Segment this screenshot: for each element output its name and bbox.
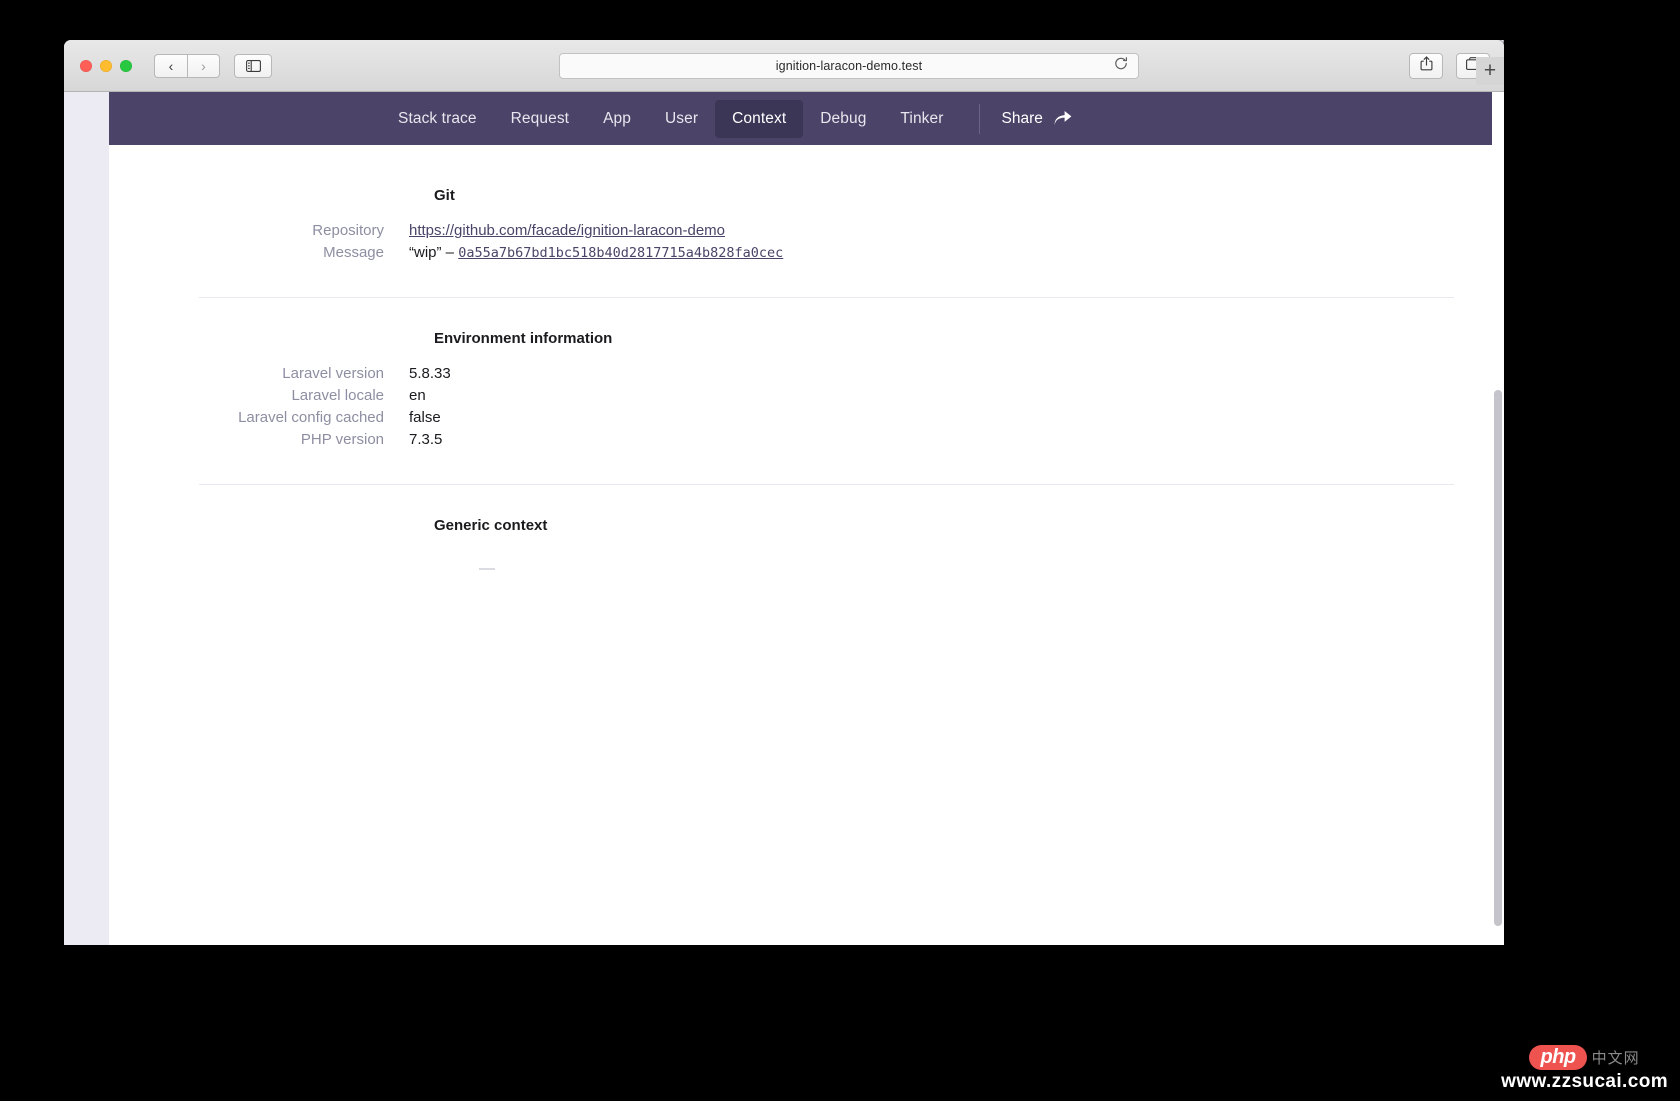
field-row-message: Message “wip” – 0a55a7b67bd1bc518b40d281… xyxy=(109,244,1504,261)
tab-stack-trace[interactable]: Stack trace xyxy=(381,100,494,138)
maximize-window-button[interactable] xyxy=(120,59,132,72)
field-label-repository: Repository xyxy=(312,222,384,239)
commit-hash-link[interactable]: 0a55a7b67bd1bc518b40d2817715a4b828fa0cec xyxy=(458,245,783,261)
address-bar-text: ignition-laracon-demo.test xyxy=(775,59,923,73)
field-label-laravel-version: Laravel version xyxy=(282,365,384,382)
show-sidebar-button[interactable] xyxy=(234,53,272,78)
tab-tinker[interactable]: Tinker xyxy=(883,100,960,138)
field-value-message: “wip” – 0a55a7b67bd1bc518b40d2817715a4b8… xyxy=(409,244,783,261)
git-field-list: Repository https://github.com/facade/ign… xyxy=(109,222,1504,261)
share-report-label: Share xyxy=(1001,109,1043,127)
section-generic-context: Generic context xyxy=(109,485,1504,570)
field-label-message: Message xyxy=(323,244,384,261)
field-row-laravel-locale: Laravel locale en xyxy=(109,387,1504,404)
window-controls xyxy=(80,59,132,72)
watermark-php-badge: php xyxy=(1529,1045,1587,1070)
address-bar-wrapper: ignition-laracon-demo.test xyxy=(559,53,1139,79)
field-row-laravel-version: Laravel version 5.8.33 xyxy=(109,365,1504,382)
address-bar[interactable]: ignition-laracon-demo.test xyxy=(559,53,1139,79)
reload-icon[interactable] xyxy=(1114,57,1128,76)
repository-link[interactable]: https://github.com/facade/ignition-larac… xyxy=(409,222,725,239)
field-value-repository: https://github.com/facade/ignition-larac… xyxy=(409,222,725,239)
page-content: Stack trace Request App User Context Deb… xyxy=(109,92,1504,945)
generic-context-empty-indicator xyxy=(479,568,495,570)
field-value-laravel-config-cached: false xyxy=(409,409,441,426)
tab-app[interactable]: App xyxy=(586,100,648,138)
share-button[interactable] xyxy=(1409,53,1443,79)
watermark: php 中文网 www.zzsucai.com xyxy=(1501,1045,1668,1093)
section-title-generic-context: Generic context xyxy=(434,517,548,534)
tab-user[interactable]: User xyxy=(648,100,715,138)
browser-toolbar: ‹ › ignition-laracon-demo.test xyxy=(64,40,1504,92)
minimize-window-button[interactable] xyxy=(100,59,112,72)
screenshot-root: ‹ › ignition-laracon-demo.test Stack tra… xyxy=(0,0,1680,1101)
environment-field-list: Laravel version 5.8.33 Laravel locale en… xyxy=(109,365,1504,448)
section-title-git: Git xyxy=(434,187,455,204)
field-label-laravel-locale: Laravel locale xyxy=(291,387,384,404)
share-arrow-icon xyxy=(1054,111,1072,126)
browser-window: ‹ › ignition-laracon-demo.test Stack tra… xyxy=(64,40,1504,945)
page-viewport: Stack trace Request App User Context Deb… xyxy=(64,92,1504,945)
navbar-divider xyxy=(978,103,980,134)
tab-debug[interactable]: Debug xyxy=(803,100,883,138)
section-environment: Environment information Laravel version … xyxy=(109,298,1504,448)
field-value-laravel-version: 5.8.33 xyxy=(409,365,451,382)
section-title-environment: Environment information xyxy=(434,330,613,347)
share-icon xyxy=(1420,56,1433,76)
sidebar-icon xyxy=(245,59,261,72)
watermark-badge-suffix: 中文网 xyxy=(1591,1050,1640,1067)
field-row-repository: Repository https://github.com/facade/ign… xyxy=(109,222,1504,239)
ignition-navbar: Stack trace Request App User Context Deb… xyxy=(109,92,1504,145)
chevron-left-icon: ‹ xyxy=(168,57,174,74)
back-button[interactable]: ‹ xyxy=(154,53,187,78)
watermark-url: www.zzsucai.com xyxy=(1501,1071,1668,1092)
new-tab-button[interactable]: + xyxy=(1476,57,1504,85)
close-window-button[interactable] xyxy=(80,59,92,72)
section-git: Git Repository https://github.com/facade… xyxy=(109,145,1504,261)
share-report-button[interactable]: Share xyxy=(994,100,1080,138)
field-value-php-version: 7.3.5 xyxy=(409,431,443,448)
field-label-php-version: PHP version xyxy=(300,431,384,448)
field-row-laravel-config-cached: Laravel config cached false xyxy=(109,409,1504,426)
chevron-right-icon: › xyxy=(201,57,206,74)
tab-context[interactable]: Context xyxy=(715,99,804,138)
forward-button[interactable]: › xyxy=(187,53,220,78)
tab-request[interactable]: Request xyxy=(494,100,586,138)
commit-message-text: “wip” – xyxy=(409,244,459,261)
field-label-laravel-config-cached: Laravel config cached xyxy=(238,409,384,426)
page-left-gutter xyxy=(64,92,109,945)
field-row-php-version: PHP version 7.3.5 xyxy=(109,431,1504,448)
watermark-badge-row: php 中文网 xyxy=(1529,1045,1639,1070)
page-scrollbar-thumb[interactable] xyxy=(1494,390,1502,926)
field-value-laravel-locale: en xyxy=(409,387,426,404)
navigation-buttons: ‹ › xyxy=(154,53,220,78)
page-scrollbar-track[interactable] xyxy=(1492,92,1504,945)
